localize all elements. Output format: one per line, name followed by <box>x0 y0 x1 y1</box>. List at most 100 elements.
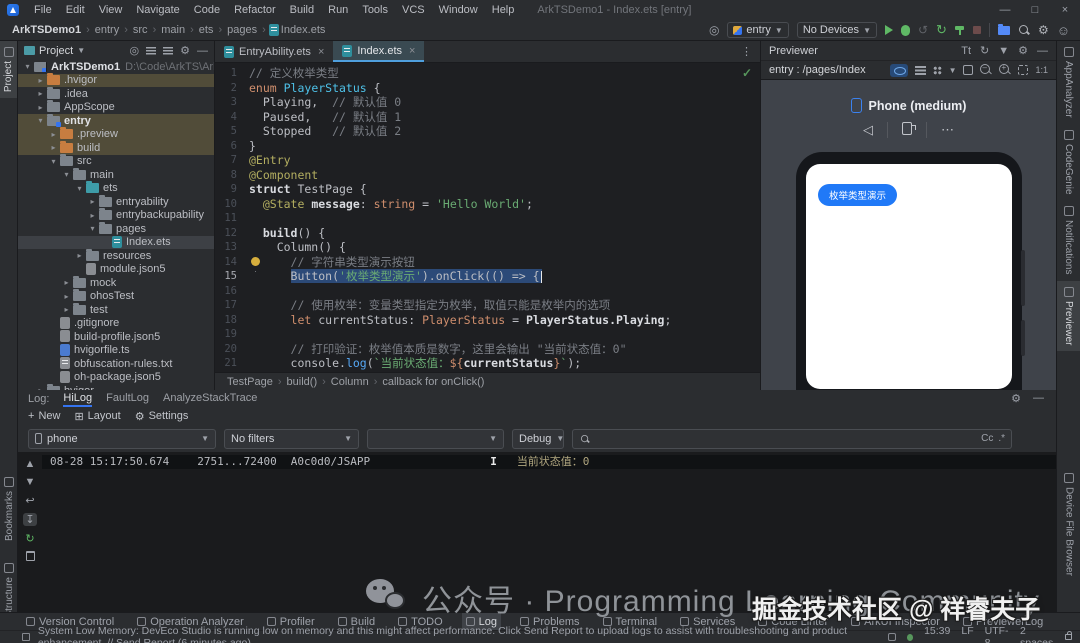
tree-item-resources[interactable]: ▸ resources <box>18 248 214 263</box>
log-scope-select[interactable]: ▼ <box>367 428 504 449</box>
editor-tab-entryability-ets[interactable]: EntryAbility.ets × <box>215 41 333 62</box>
tree-item-main[interactable]: ▾ main <box>18 167 214 182</box>
close-button[interactable]: × <box>1050 0 1080 20</box>
log-tab-hilog[interactable]: HiLog <box>63 390 93 407</box>
menu-item-code[interactable]: Code <box>187 0 227 20</box>
code-line-14[interactable]: 14 // 字符串类型演示按钮 <box>215 255 760 270</box>
editor-breadcrumb-column[interactable]: Column <box>329 376 371 388</box>
locate-file-icon[interactable]: ◎ <box>130 44 140 57</box>
code-line-1[interactable]: 1 // 定义枚举类型 <box>215 66 760 81</box>
right-strip-tab-notifications[interactable]: Notifications <box>1057 200 1080 280</box>
log-level-select[interactable]: Debug ▼ <box>512 428 564 449</box>
tree-collapse-arrow[interactable]: ▾ <box>48 157 59 166</box>
back-icon[interactable]: ◁ <box>849 122 887 138</box>
code-line-16[interactable]: 16 <box>215 284 760 299</box>
status-utf-8[interactable]: UTF-8 <box>985 625 1009 643</box>
menu-item-build[interactable]: Build <box>283 0 321 20</box>
previewer-settings-icon[interactable]: ⚙ <box>1018 44 1028 57</box>
frame-icon[interactable] <box>963 65 974 75</box>
left-strip-tab-bookmarks[interactable]: Bookmarks <box>4 471 15 547</box>
actual-size-icon[interactable]: 1:1 <box>1035 65 1048 75</box>
device-select[interactable]: No Devices ▼ <box>796 22 877 38</box>
tree-item-hvigor[interactable]: ▸ .hvigor <box>18 73 214 87</box>
tree-item-build-profile-json5[interactable]: build-profile.json5 <box>18 330 214 344</box>
code-line-20[interactable]: 20 // 打印验证：枚举值本质是数字，这里会输出 "当前状态值：0" <box>215 342 760 357</box>
tree-expand-arrow[interactable]: ▸ <box>61 278 72 287</box>
preview-eye-icon[interactable] <box>889 63 908 77</box>
preview-device-selector[interactable]: Phone (medium) <box>761 98 1056 113</box>
menu-item-window[interactable]: Window <box>432 0 485 20</box>
code-line-13[interactable]: 13 Column() { <box>215 240 760 255</box>
tree-expand-arrow[interactable]: ▸ <box>48 130 59 139</box>
tree-item-oh-package-json5[interactable]: oh-package.json5 <box>18 370 214 385</box>
collapse-all-icon[interactable] <box>163 46 174 55</box>
tree-item-index-ets[interactable]: Index.ets <box>18 235 214 249</box>
code-line-19[interactable]: 19 <box>215 327 760 342</box>
log-tab-analyzestacktrace[interactable]: AnalyzeStackTrace <box>163 390 257 407</box>
code-line-3[interactable]: 3 Playing, // 默认值 0 <box>215 95 760 110</box>
menu-item-tools[interactable]: Tools <box>355 0 395 20</box>
code-line-9[interactable]: 9 struct TestPage { <box>215 182 760 197</box>
tree-item-ohostest[interactable]: ▸ ohosTest <box>18 289 214 304</box>
font-size-icon[interactable]: Tt <box>961 45 971 57</box>
zoom-out-icon[interactable]: – <box>980 63 992 76</box>
editor-tab-options-icon[interactable]: ⋮ <box>733 41 760 62</box>
attach-debugger-icon[interactable]: ↺ <box>918 23 928 37</box>
right-strip-tab-device-file-browser[interactable]: Device File Browser <box>1057 467 1080 582</box>
grid-view-icon[interactable] <box>932 65 942 75</box>
breadcrumb-item-pages[interactable]: pages <box>225 24 259 36</box>
hide-panel-icon[interactable]: — <box>197 45 208 57</box>
scroll-down-icon[interactable]: ▼ <box>25 476 36 488</box>
hide-log-icon[interactable]: — <box>1033 392 1044 405</box>
zoom-in-icon[interactable]: + <box>999 63 1011 76</box>
tree-collapse-arrow[interactable]: ▾ <box>74 184 85 193</box>
tree-item-preview[interactable]: ▸ .preview <box>18 127 214 141</box>
log-action-layout[interactable]: ⊞ Layout <box>74 410 120 423</box>
regex-toggle[interactable]: .* <box>998 433 1005 444</box>
tree-expand-arrow[interactable]: ▸ <box>35 103 46 112</box>
run-config-select[interactable]: entry ▼ <box>727 22 789 38</box>
status-15-39[interactable]: 15:39 <box>924 625 950 643</box>
clear-log-icon[interactable] <box>25 551 35 561</box>
code-line-12[interactable]: 12 build() { <box>215 226 760 241</box>
maximize-button[interactable]: □ <box>1020 0 1050 20</box>
rotate-device-icon[interactable] <box>888 122 926 138</box>
menu-item-edit[interactable]: Edit <box>59 0 92 20</box>
project-strip-tab[interactable]: Project <box>0 41 17 99</box>
lock-icon[interactable] <box>1065 631 1072 640</box>
tree-item-mock[interactable]: ▸ mock <box>18 275 214 290</box>
tree-expand-arrow[interactable]: ▸ <box>48 143 59 152</box>
chevron-down-icon[interactable]: ▼ <box>949 66 957 75</box>
tree-item-hvigorfile-ts[interactable]: hvigorfile.ts <box>18 343 214 358</box>
menu-item-navigate[interactable]: Navigate <box>129 0 186 20</box>
fit-to-window-icon[interactable] <box>1018 65 1029 75</box>
log-settings-icon[interactable]: ⚙ <box>1011 392 1021 405</box>
tree-expand-arrow[interactable]: ▸ <box>61 305 72 314</box>
debug-icon[interactable] <box>900 24 910 36</box>
menu-item-run[interactable]: Run <box>321 0 355 20</box>
right-strip-tab-codegenie[interactable]: CodeGenie <box>1057 124 1080 201</box>
log-entry-row[interactable]: 08-28 15:17:50.674 2751...72400 A0c0d0/J… <box>42 455 1056 469</box>
preview-enum-demo-button[interactable]: 枚举类型演示 <box>818 184 898 206</box>
tree-expand-arrow[interactable]: ▸ <box>35 89 46 98</box>
editor-breadcrumb-callback-for-onclick[interactable]: callback for onClick() <box>380 376 486 388</box>
intention-bulb-icon[interactable] <box>251 256 260 266</box>
device-manager-icon[interactable] <box>997 23 1010 35</box>
log-action-settings[interactable]: ⚙ Settings <box>135 410 189 423</box>
tree-collapse-arrow[interactable]: ▾ <box>87 224 98 233</box>
breadcrumb-item-ets[interactable]: ets <box>197 24 216 36</box>
code-line-18[interactable]: 18 let currentStatus: PlayerStatus = Pla… <box>215 313 760 328</box>
code-line-5[interactable]: 5 Stopped // 默认值 2 <box>215 124 760 139</box>
breadcrumb-item-src[interactable]: src <box>131 24 150 36</box>
run-icon[interactable] <box>884 25 893 35</box>
tree-item-test[interactable]: ▸ test <box>18 302 214 317</box>
layers-icon[interactable] <box>914 65 926 75</box>
code-line-6[interactable]: 6} <box>215 139 760 154</box>
status-lf[interactable]: LF <box>961 625 973 643</box>
log-filter-select[interactable]: No filters ▼ <box>224 428 359 449</box>
search-icon[interactable] <box>1018 24 1030 36</box>
log-action-new[interactable]: + New <box>28 410 60 422</box>
menu-item-file[interactable]: File <box>27 0 59 20</box>
tree-item-src[interactable]: ▾ src <box>18 154 214 169</box>
tree-item-gitignore[interactable]: .gitignore <box>18 316 214 331</box>
